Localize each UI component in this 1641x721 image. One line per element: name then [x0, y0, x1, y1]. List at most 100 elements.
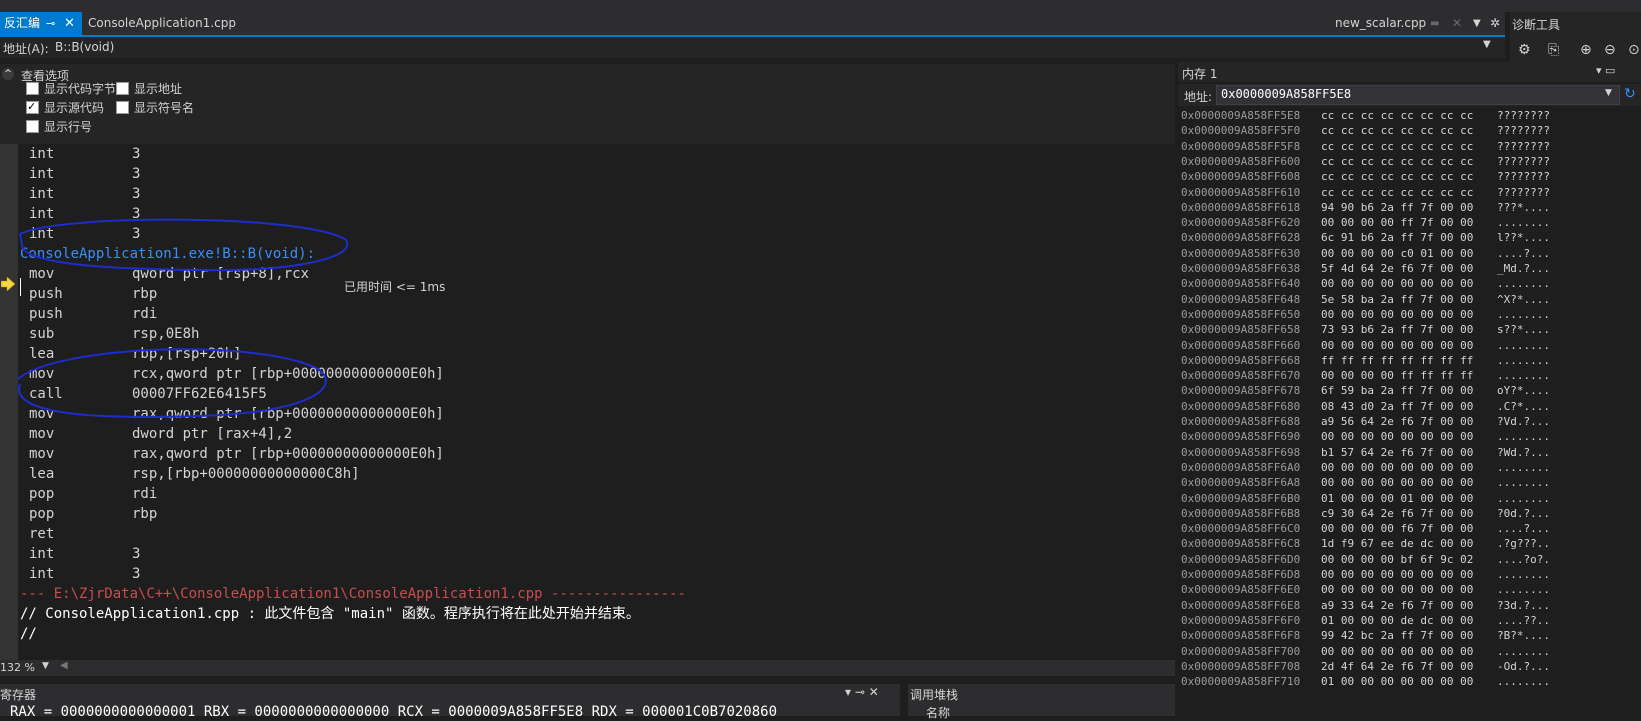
memory-row[interactable]: 0x0000009A858FF6C0 00 00 00 00 f6 7f 00 0…: [1181, 521, 1550, 537]
operands: rdi: [132, 306, 158, 322]
memory-row[interactable]: 0x0000009A858FF6F0 01 00 00 00 de dc 00 0…: [1181, 613, 1550, 629]
memory-row[interactable]: 0x0000009A858FF670 00 00 00 00 ff ff ff f…: [1181, 368, 1550, 384]
gear-icon[interactable]: ✲: [1490, 12, 1500, 35]
memory-row[interactable]: 0x0000009A858FF610 cc cc cc cc cc cc cc c…: [1181, 185, 1550, 201]
memory-row-ascii: ????????: [1497, 109, 1550, 122]
memory-rows[interactable]: 0x0000009A858FF5E8 cc cc cc cc cc cc cc c…: [1178, 108, 1641, 716]
close-icon[interactable]: ✕: [1452, 12, 1462, 35]
zoom-in-icon[interactable]: ⊕: [1580, 42, 1592, 58]
panel-controls[interactable]: ▾ ▭: [1596, 64, 1615, 77]
memory-row[interactable]: 0x0000009A858FF6A8 00 00 00 00 00 00 00 0…: [1181, 475, 1550, 491]
memory-row[interactable]: 0x0000009A858FF6B8 c9 30 64 2e f6 7f 00 0…: [1181, 506, 1550, 522]
option-show-address[interactable]: 显示地址: [116, 81, 182, 97]
collapse-icon[interactable]: ^: [2, 68, 14, 80]
asm-line: int 3: [29, 224, 140, 244]
memory-row[interactable]: 0x0000009A858FF668 ff ff ff ff ff ff ff f…: [1181, 353, 1550, 369]
memory-row-ascii: ........: [1497, 307, 1550, 321]
memory-row-hex: 6c 91 b6 2a ff 7f 00 00: [1321, 231, 1474, 245]
disassembly-code-view[interactable]: int 3 int 3 int 3 int 3 int 3 ConsoleApplication1.…: [0, 144, 1175, 660]
memory-row-address: 0x0000009A858FF6A0: [1181, 460, 1301, 474]
memory-row-address: 0x0000009A858FF668: [1181, 353, 1301, 367]
option-show-source-code[interactable]: 显示源代码: [26, 99, 104, 116]
memory-row[interactable]: 0x0000009A858FF690 00 00 00 00 00 00 00 0…: [1181, 429, 1550, 445]
close-icon[interactable]: ✕: [64, 12, 75, 35]
memory-row[interactable]: 0x0000009A858FF6A0 00 00 00 00 00 00 00 0…: [1181, 460, 1550, 476]
call-stack-column-name[interactable]: 名称: [926, 704, 950, 721]
memory-row[interactable]: 0x0000009A858FF700 00 00 00 00 00 00 00 0…: [1181, 644, 1550, 660]
chevron-down-icon[interactable]: ▼: [1483, 39, 1491, 50]
export-icon[interactable]: ⎘: [1548, 42, 1559, 58]
checkbox[interactable]: [116, 101, 129, 114]
memory-row[interactable]: 0x0000009A858FF630 00 00 00 00 c0 01 00 0…: [1181, 246, 1550, 262]
option-show-symbol-names[interactable]: 显示符号名: [116, 100, 194, 116]
memory-row[interactable]: 0x0000009A858FF698 b1 57 64 2e f6 7f 00 0…: [1181, 445, 1550, 461]
zoom-reset-icon[interactable]: ⊙: [1628, 42, 1640, 58]
memory-row[interactable]: 0x0000009A858FF640 00 00 00 00 00 00 00 0…: [1181, 276, 1550, 292]
memory-row[interactable]: 0x0000009A858FF5F8 cc cc cc cc cc cc cc c…: [1181, 139, 1550, 155]
asm-line: ret: [29, 524, 54, 544]
memory-row[interactable]: 0x0000009A858FF618 94 90 b6 2a ff 7f 00 0…: [1181, 200, 1550, 216]
memory-row[interactable]: 0x0000009A858FF5F0 cc cc cc cc cc cc cc c…: [1181, 123, 1550, 139]
memory-row[interactable]: 0x0000009A858FF6B0 01 00 00 00 01 00 00 0…: [1181, 491, 1550, 507]
panel-controls[interactable]: ▾ ⊸ ✕: [845, 685, 879, 699]
memory-row[interactable]: 0x0000009A858FF5E8 cc cc cc cc cc cc cc c…: [1181, 108, 1550, 124]
memory-row[interactable]: 0x0000009A858FF710 01 00 00 00 00 00 00 0…: [1181, 674, 1550, 690]
memory-row[interactable]: 0x0000009A858FF638 5f 4d 64 2e f6 7f 00 0…: [1181, 261, 1550, 277]
option-show-line-numbers[interactable]: 显示行号: [26, 119, 92, 135]
scroll-left-icon[interactable]: ◀: [60, 660, 68, 671]
checkbox[interactable]: [116, 82, 129, 95]
checkbox[interactable]: [26, 82, 39, 95]
memory-row[interactable]: 0x0000009A858FF648 5e 58 ba 2a ff 7f 00 0…: [1181, 292, 1550, 308]
memory-row[interactable]: 0x0000009A858FF688 a9 56 64 2e f6 7f 00 0…: [1181, 414, 1550, 430]
address-input[interactable]: B::B(void): [55, 40, 114, 54]
asm-line: int 3: [29, 544, 140, 564]
asm-line: sub rsp,0E8h: [29, 324, 199, 344]
chevron-down-icon[interactable]: ▼: [42, 661, 49, 671]
memory-row[interactable]: 0x0000009A858FF6F8 99 42 bc 2a ff 7f 00 0…: [1181, 628, 1550, 644]
chevron-down-icon[interactable]: ▼: [1605, 88, 1612, 98]
chevron-down-icon[interactable]: ▼: [1473, 12, 1481, 35]
memory-row[interactable]: 0x0000009A858FF6C8 1d f9 67 ee de dc 00 0…: [1181, 536, 1550, 552]
memory-row[interactable]: 0x0000009A858FF608 cc cc cc cc cc cc cc c…: [1181, 169, 1550, 185]
settings-icon[interactable]: ⚙: [1518, 42, 1531, 58]
memory-row-ascii: -Od.?...: [1497, 659, 1550, 673]
tab-console-application-cpp[interactable]: ConsoleApplication1.cpp: [88, 12, 236, 35]
memory-row-hex: cc cc cc cc cc cc cc cc: [1321, 139, 1474, 153]
memory-row[interactable]: 0x0000009A858FF660 00 00 00 00 00 00 00 0…: [1181, 338, 1550, 354]
memory-row[interactable]: 0x0000009A858FF600 cc cc cc cc cc cc cc c…: [1181, 154, 1550, 170]
memory-row-hex: 94 90 b6 2a ff 7f 00 00: [1321, 200, 1474, 214]
memory-row-address: 0x0000009A858FF6A8: [1181, 476, 1301, 490]
zoom-out-icon[interactable]: ⊖: [1604, 42, 1616, 58]
checkbox[interactable]: [26, 120, 39, 133]
refresh-icon[interactable]: ↻: [1624, 86, 1636, 102]
mnemonic: lea: [29, 346, 55, 362]
memory-row[interactable]: 0x0000009A858FF650 00 00 00 00 00 00 00 0…: [1181, 307, 1550, 323]
memory-address-input[interactable]: 0x0000009A858FF5E8 ▼: [1216, 85, 1620, 105]
asm-line: mov qword ptr [rsp+8],rcx: [29, 264, 309, 284]
memory-row[interactable]: 0x0000009A858FF6E8 a9 33 64 2e f6 7f 00 0…: [1181, 598, 1550, 614]
asm-line: pop rdi: [29, 484, 157, 504]
memory-row[interactable]: 0x0000009A858FF678 6f 59 ba 2a ff 7f 00 0…: [1181, 383, 1550, 399]
pin-icon[interactable]: ⊸: [46, 12, 55, 35]
memory-row[interactable]: 0x0000009A858FF620 00 00 00 00 ff 7f 00 0…: [1181, 215, 1550, 231]
mnemonic: int: [29, 146, 55, 162]
memory-row[interactable]: 0x0000009A858FF6D8 00 00 00 00 00 00 00 0…: [1181, 567, 1550, 583]
tab-disassembly[interactable]: 反汇编 ⊸ ✕: [0, 12, 82, 35]
diagnostics-tools-panel: 诊断工具 ⚙ ⎘ ⊕ ⊖ ⊙: [1510, 12, 1641, 62]
memory-row[interactable]: 0x0000009A858FF628 6c 91 b6 2a ff 7f 00 0…: [1181, 230, 1550, 246]
pin-icon[interactable]: ▬: [1430, 12, 1439, 35]
checkbox[interactable]: [26, 99, 39, 115]
memory-row[interactable]: 0x0000009A858FF708 2d 4f 64 2e f6 7f 00 0…: [1181, 659, 1550, 675]
memory-row-address: 0x0000009A858FF6C0: [1181, 522, 1301, 536]
memory-row[interactable]: 0x0000009A858FF6D0 00 00 00 00 bf 6f 9c 0…: [1181, 552, 1550, 568]
breakpoint-gutter[interactable]: [0, 144, 18, 660]
memory-row[interactable]: 0x0000009A858FF680 08 43 d0 2a ff 7f 00 0…: [1181, 399, 1550, 415]
zoom-level-select[interactable]: 132 %: [0, 661, 35, 674]
option-show-code-bytes[interactable]: 显示代码字节: [26, 81, 116, 97]
memory-row[interactable]: 0x0000009A858FF6E0 00 00 00 00 00 00 00 0…: [1181, 582, 1550, 598]
operands: rdi: [132, 486, 158, 502]
tab-new-scalar-cpp[interactable]: new_scalar.cpp: [1335, 12, 1426, 35]
memory-row-hex: 00 00 00 00 00 00 00 00: [1321, 338, 1474, 352]
memory-row[interactable]: 0x0000009A858FF658 73 93 b6 2a ff 7f 00 0…: [1181, 322, 1550, 338]
mnemonic: int: [29, 186, 55, 202]
